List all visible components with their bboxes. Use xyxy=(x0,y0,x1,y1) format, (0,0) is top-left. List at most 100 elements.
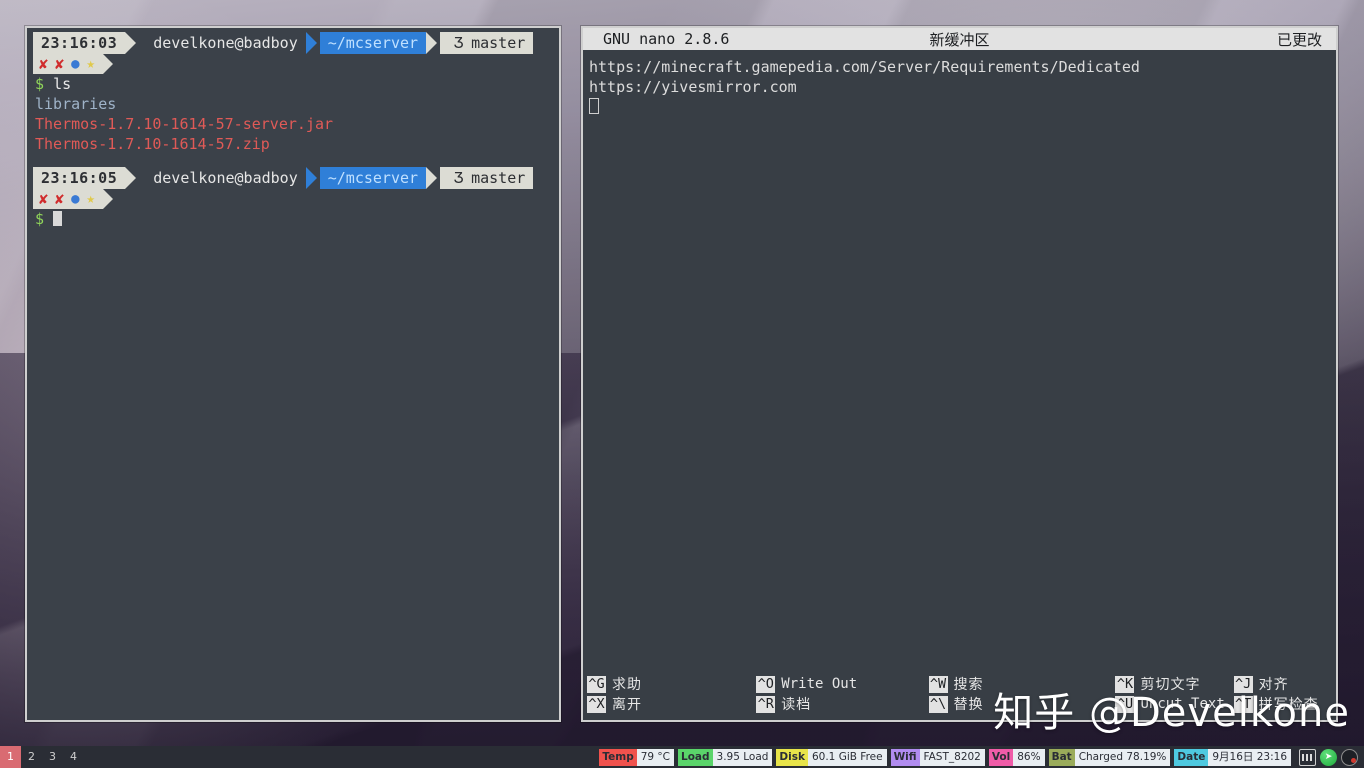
shortcut-label: 搜索 xyxy=(953,677,984,693)
prompt-user-host: develkone@badboy xyxy=(139,167,306,189)
nano-body[interactable]: GNU nano 2.8.6 新缓冲区 已更改 https://minecraf… xyxy=(583,28,1336,720)
prompt-time: 23:16:03 xyxy=(33,32,126,54)
tray-wifi-label: Wifi xyxy=(890,748,920,766)
prompt-line-2: 23:16:05 develkone@badboy ~/mcserver Ʒ m… xyxy=(33,167,553,189)
shortcut-help[interactable]: ^G 求助 xyxy=(587,674,756,694)
shortcut-key: ^R xyxy=(756,695,776,713)
terminal-body[interactable]: 23:16:03 develkone@badboy ~/mcserver Ʒ m… xyxy=(27,28,559,720)
prompt-git-branch: Ʒ master xyxy=(440,167,534,189)
nano-version-label: GNU nano 2.8.6 xyxy=(603,30,730,48)
terminal-window[interactable]: 23:16:03 develkone@badboy ~/mcserver Ʒ m… xyxy=(25,26,561,722)
obs-icon[interactable] xyxy=(1341,748,1358,766)
powerline-arrow-icon xyxy=(102,189,115,209)
tray-volume-label: Vol xyxy=(988,748,1014,766)
tray-load-label: Load xyxy=(678,748,713,766)
shortcut-label: Write Out xyxy=(781,676,858,692)
tray-date[interactable]: Date 9月16日 23:16 xyxy=(1174,748,1291,766)
prompt-dollar-icon: $ xyxy=(35,75,45,93)
keyboard-input-icon[interactable] xyxy=(1299,748,1316,766)
command-line-1: $ ls xyxy=(33,74,553,94)
taskbar[interactable]: 1 2 3 4 Temp 79 °C Load 3.95 Load Disk 6… xyxy=(0,746,1364,768)
output-line: Thermos-1.7.10-1614-57-server.jar xyxy=(35,115,334,133)
shortcut-label: 替换 xyxy=(953,697,984,713)
prompt-path: ~/mcserver xyxy=(319,167,427,189)
tray-battery-label: Bat xyxy=(1048,748,1075,766)
command-line-2[interactable]: $ xyxy=(33,209,553,229)
nano-editor-window[interactable]: GNU nano 2.8.6 新缓冲区 已更改 https://minecraf… xyxy=(581,26,1338,722)
tray-disk-value: 60.1 GiB Free xyxy=(807,748,887,766)
nano-title-bar: GNU nano 2.8.6 新缓冲区 已更改 xyxy=(583,28,1336,50)
star-icon: ★ xyxy=(86,191,95,207)
tray-disk-label: Disk xyxy=(776,748,808,766)
shortcut-key: ^O xyxy=(756,675,776,693)
prompt-status-line-1: ✘ ✘ ● ★ xyxy=(33,54,553,74)
shortcut-key: ^G xyxy=(587,675,606,693)
prompt-status-icons: ✘ ✘ ● ★ xyxy=(33,189,103,209)
powerline-arrow-icon xyxy=(125,167,139,189)
shortcut-label: 读档 xyxy=(781,697,812,713)
command-text: ls xyxy=(53,75,72,93)
workspace-3[interactable]: 3 xyxy=(42,746,63,768)
git-branch-icon: Ʒ xyxy=(454,169,464,187)
nano-line: https://yivesmirror.com xyxy=(589,77,797,96)
shortcut-label: 离开 xyxy=(612,697,642,713)
git-branch-icon: Ʒ xyxy=(454,34,464,52)
shortcut-exit[interactable]: ^X 离开 xyxy=(587,694,756,714)
telegram-icon[interactable] xyxy=(1320,748,1337,766)
dot-icon: ● xyxy=(71,191,80,207)
tray-disk[interactable]: Disk 60.1 GiB Free xyxy=(776,748,887,766)
powerline-arrow-icon xyxy=(426,32,440,54)
prompt-status-line-2: ✘ ✘ ● ★ xyxy=(33,189,553,209)
prompt-dollar-icon: $ xyxy=(35,210,45,228)
nano-text-area[interactable]: https://minecraft.gamepedia.com/Server/R… xyxy=(583,50,1336,674)
tray-wifi[interactable]: Wifi FAST_8202 xyxy=(890,748,985,766)
tray-icon-area[interactable] xyxy=(1295,748,1364,766)
tray-date-value: 9月16日 23:16 xyxy=(1208,748,1291,766)
tray-temp-label: Temp xyxy=(599,748,637,766)
powerline-arrow-icon xyxy=(305,167,320,189)
nano-line: https://minecraft.gamepedia.com/Server/R… xyxy=(589,58,1140,76)
cross-icon: ✘ xyxy=(39,54,49,73)
prompt-user-host: develkone@badboy xyxy=(139,32,306,54)
nano-cursor xyxy=(589,98,599,114)
tray-wifi-value: FAST_8202 xyxy=(919,748,985,766)
tray-battery[interactable]: Bat Charged 78.19% xyxy=(1048,748,1171,766)
prompt-time: 23:16:05 xyxy=(33,167,126,189)
prompt-status-icons: ✘ ✘ ● ★ xyxy=(33,54,103,74)
tray-volume-value: 86% xyxy=(1013,748,1045,766)
watermark: 知乎 @Develkone xyxy=(993,690,1350,736)
nano-buffer-label: 新缓冲区 xyxy=(929,30,990,49)
nano-line-cursor xyxy=(589,97,1330,117)
prompt-line-1: 23:16:03 develkone@badboy ~/mcserver Ʒ m… xyxy=(33,32,553,54)
powerline-arrow-icon xyxy=(305,32,320,54)
output-line: libraries xyxy=(35,95,117,113)
tray-date-label: Date xyxy=(1174,748,1209,766)
tray-load-value: 3.95 Load xyxy=(712,748,773,766)
prompt-git-branch: Ʒ master xyxy=(440,32,534,54)
powerline-arrow-icon xyxy=(102,54,115,74)
shortcut-key: ^X xyxy=(587,695,606,713)
powerline-arrow-icon xyxy=(125,32,139,54)
terminal-cursor xyxy=(53,211,63,226)
tray-temp-value: 79 °C xyxy=(636,748,674,766)
tray-battery-value: Charged 78.19% xyxy=(1074,748,1171,766)
workspace-4[interactable]: 4 xyxy=(63,746,84,768)
tray-load[interactable]: Load 3.95 Load xyxy=(678,748,773,766)
tray-temp[interactable]: Temp 79 °C xyxy=(599,748,674,766)
cross-icon: ✘ xyxy=(55,189,65,208)
shortcut-key: ^\ xyxy=(928,695,948,713)
dot-icon: ● xyxy=(71,56,80,72)
powerline-arrow-icon xyxy=(426,167,440,189)
star-icon: ★ xyxy=(86,56,95,72)
tray-volume[interactable]: Vol 86% xyxy=(988,748,1045,766)
workspace-1[interactable]: 1 xyxy=(0,746,21,768)
workspace-2[interactable]: 2 xyxy=(21,746,42,768)
shortcut-key: ^W xyxy=(928,675,948,693)
shortcut-write-out[interactable]: ^O Write Out xyxy=(756,675,928,693)
cross-icon: ✘ xyxy=(55,54,65,73)
git-branch-label: master xyxy=(471,169,526,187)
prompt-path: ~/mcserver xyxy=(319,32,427,54)
shortcut-label: 求助 xyxy=(612,677,642,693)
nano-modified-label: 已更改 xyxy=(1276,30,1322,49)
shortcut-read-file[interactable]: ^R 读档 xyxy=(756,694,928,714)
